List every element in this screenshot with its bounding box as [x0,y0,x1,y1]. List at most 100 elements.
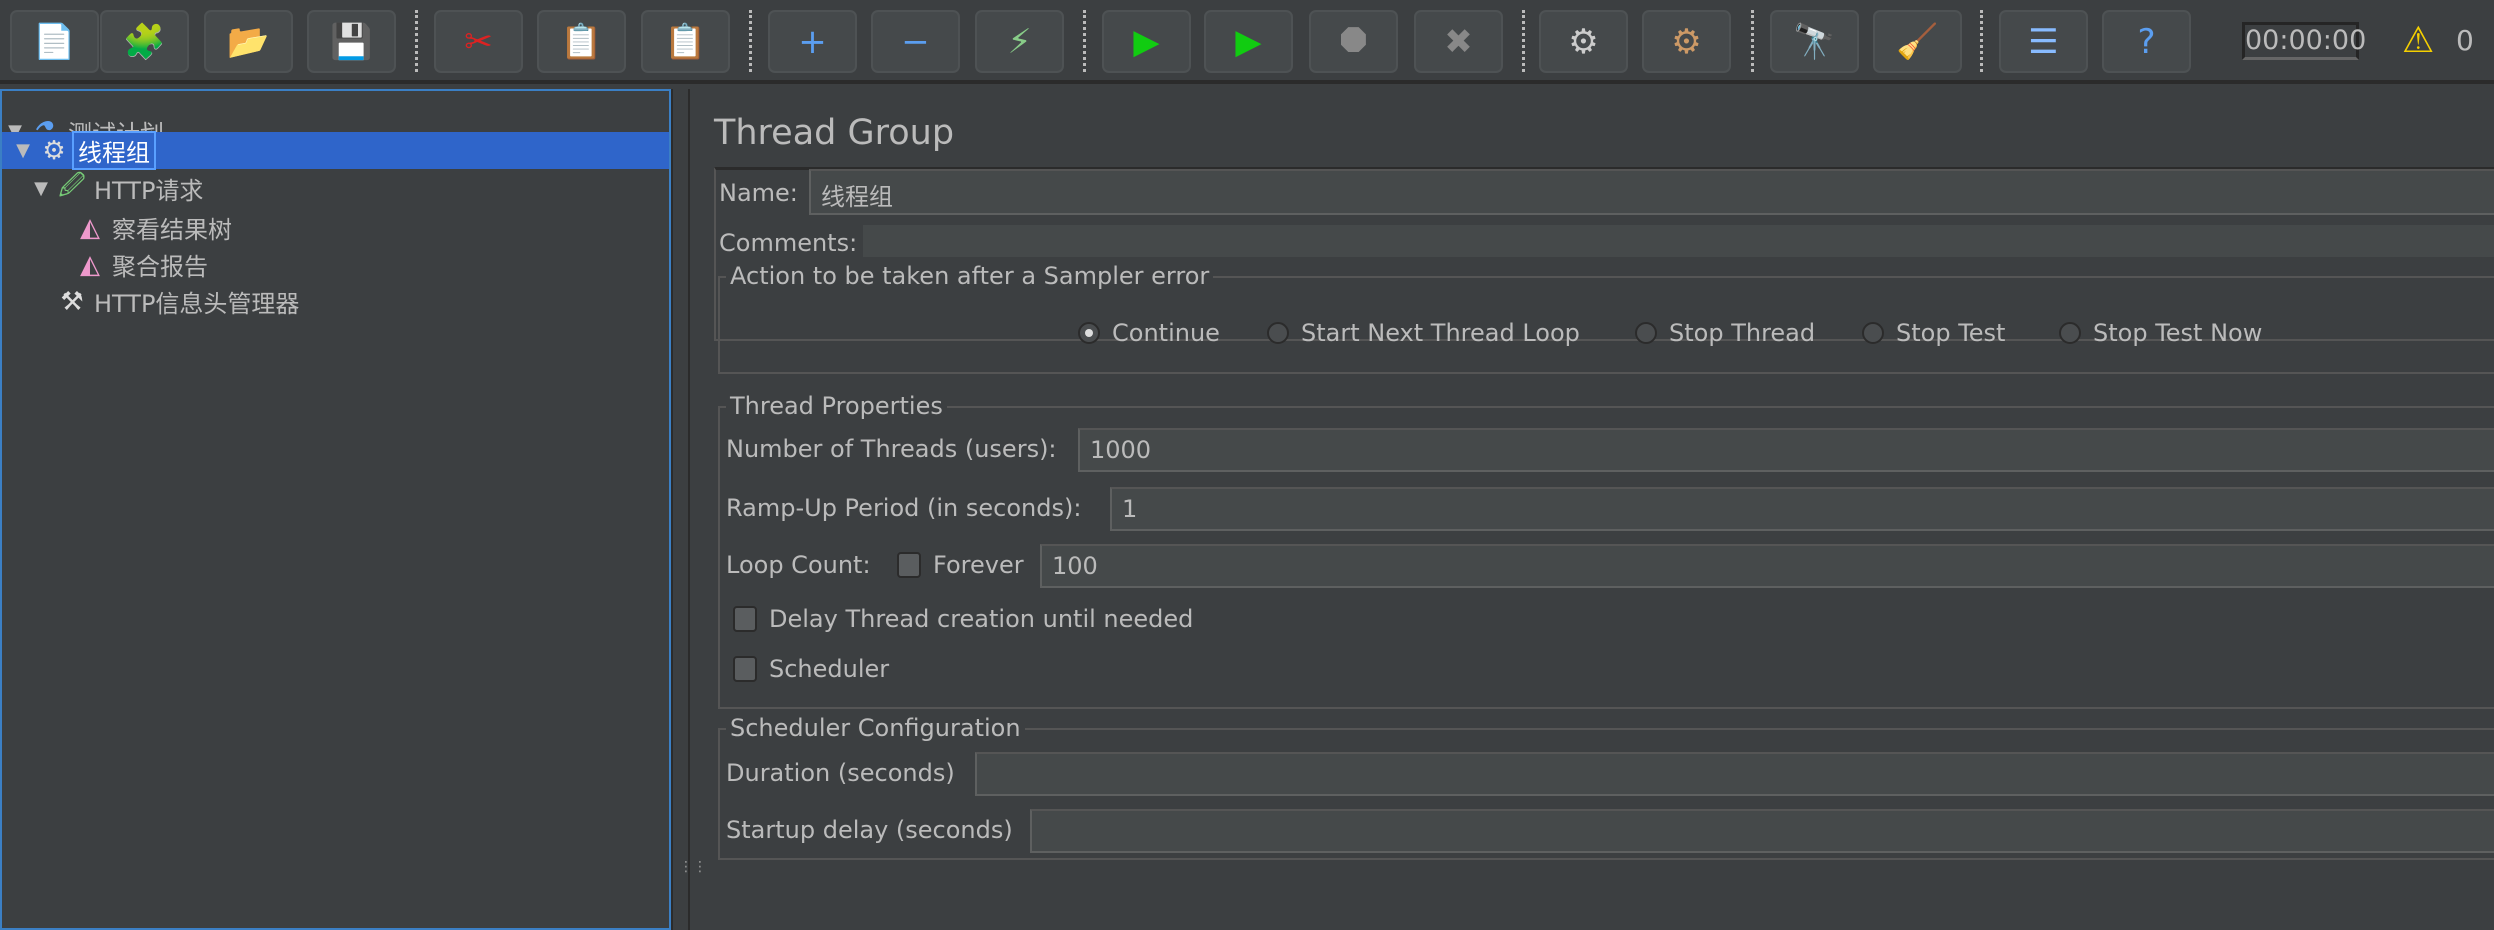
toolbar-separator [749,10,752,72]
rampup-input[interactable]: 1 [1110,487,2494,531]
templates-icon: 🧩 [123,21,166,62]
function-helper-button[interactable]: ☰ [1999,10,2088,73]
save-icon: 💾 [330,21,373,62]
delay-thread-creation-checkbox[interactable]: Delay Thread creation until needed [733,605,1193,633]
expand-button[interactable]: + [768,10,857,73]
forever-label: Forever [933,551,1024,579]
threads-label: Number of Threads (users): [726,435,1057,463]
warning-count: 0 [2456,24,2474,57]
scheduler-checkbox[interactable]: Scheduler [733,655,889,683]
radio-label: Continue [1112,319,1220,347]
collapse-icon: − [901,21,930,62]
tree-node-label: 察看结果树 [112,216,232,244]
radio-stop-thread[interactable]: Stop Thread [1635,319,1815,347]
duration-label: Duration (seconds) [726,759,955,787]
search-button[interactable]: 🔭 [1770,10,1859,73]
save-button[interactable]: 💾 [307,10,396,73]
open-icon: 📂 [227,21,270,62]
thread-group-panel: Thread Group Name: 线程组 Comments: Action … [690,89,2494,930]
tree-node[interactable]: ▼ ⚙ 线程组 [2,131,669,170]
startup-delay-input[interactable] [1030,809,2494,853]
start-no-timers-button[interactable]: ▶ [1204,10,1293,73]
radio-label: Start Next Thread Loop [1301,319,1580,347]
thread-group-gear-icon: ⚙ [42,135,66,166]
radio-stop-test-now[interactable]: Stop Test Now [2059,319,2262,347]
radio-label: Stop Thread [1669,319,1816,347]
toggle-button[interactable]: ⚡ [975,10,1064,73]
test-plan-tree: ▼⚗测试计划▼⚙线程组▼🖉HTTP请求◭察看结果树◭聚合报告⚒HTTP信息头管理… [0,89,671,930]
help-icon: ? [2137,21,2156,62]
clear-icon: ⚙ [1568,21,1599,62]
help-button[interactable]: ? [2102,10,2191,73]
tree-node[interactable]: ◭ 聚合报告 [2,246,212,283]
loop-count-label: Loop Count: [726,551,871,579]
reset-search-icon: 🧹 [1896,21,1939,62]
radio-button-icon[interactable] [2059,322,2081,344]
templates-button[interactable]: 🧩 [100,10,189,73]
reset-search-button[interactable]: 🧹 [1873,10,1962,73]
forever-checkbox-box[interactable] [897,552,921,578]
cut-button[interactable]: ✂ [434,10,523,73]
radio-start-next-thread-loop[interactable]: Start Next Thread Loop [1267,319,1580,347]
tree-node[interactable]: ⚒ HTTP信息头管理器 [2,283,303,320]
clear-all-button[interactable]: ⚙ [1642,10,1731,73]
radio-button-icon[interactable] [1267,322,1289,344]
toolbar-separator [415,10,418,72]
delay-label: Delay Thread creation until needed [769,605,1194,633]
start-no-timers-icon: ▶ [1235,21,1262,62]
function-helper-icon: ☰ [2028,21,2059,62]
radio-button-icon[interactable] [1635,322,1657,344]
clear-button[interactable]: ⚙ [1539,10,1628,73]
tree-node[interactable]: ◭ 察看结果树 [2,209,236,246]
delay-checkbox-box[interactable] [733,606,757,632]
start-button[interactable]: ▶ [1102,10,1191,73]
toolbar-separator [1522,10,1525,72]
config-tools-icon: ⚒ [60,286,84,317]
toolbar-separator [1083,10,1086,72]
shutdown-button[interactable]: ✖ [1414,10,1503,73]
toolbar-separator [1980,10,1983,72]
duration-input[interactable] [975,752,2494,796]
paste-icon: 📋 [664,21,707,62]
start-icon: ▶ [1133,21,1160,62]
name-input[interactable]: 线程组 [809,169,2494,215]
radio-stop-test[interactable]: Stop Test [1862,319,2005,347]
scheduler-configuration-legend: Scheduler Configuration [726,714,1025,742]
collapse-button[interactable]: − [871,10,960,73]
split-pane-divider[interactable]: ⋮⋮ [671,89,707,930]
tree-node-label: 线程组 [72,131,156,170]
paste-button[interactable]: 📋 [641,10,730,73]
copy-button[interactable]: 📋 [537,10,626,73]
tree-node[interactable]: ▼ 🖉 HTTP请求 [2,170,207,207]
new-icon: 📄 [33,21,76,62]
toolbar-separator [1751,10,1754,72]
expand-arrow-icon[interactable]: ▼ [10,140,36,161]
radio-label: Stop Test Now [2093,319,2263,347]
radio-button-icon[interactable] [1078,322,1100,344]
sampler-pipette-icon: 🖉 [58,170,86,201]
toolbar: 00:00:00 ⚠ 0 📄 🧩 📂 💾 ✂ 📋 📋 + − ⚡ ▶ ▶ ⯃ ✖ ⚙ ⚙ 🔭 🧹 ☰? [0,0,2494,84]
warning-icon[interactable]: ⚠ [2402,20,2434,61]
page-title: Thread Group [714,113,955,153]
thread-properties-legend: Thread Properties [726,392,947,420]
clear-all-icon: ⚙ [1671,21,1702,62]
expand-arrow-icon[interactable]: ▼ [28,178,54,199]
startup-delay-label: Startup delay (seconds) [726,816,1013,844]
threads-input[interactable]: 1000 [1078,428,2494,472]
tree-node-label: HTTP信息头管理器 [94,290,300,318]
stop-icon: ⯃ [1339,21,1368,62]
radio-continue[interactable]: Continue [1078,319,1220,347]
comments-input[interactable] [863,225,2494,257]
loop-count-input[interactable]: 100 [1040,544,2494,588]
listener-icon: ◭ [80,249,100,280]
scheduler-checkbox-box[interactable] [733,656,757,682]
radio-label: Stop Test [1896,319,2006,347]
toggle-icon: ⚡ [1007,21,1032,62]
open-button[interactable]: 📂 [204,10,293,73]
radio-button-icon[interactable] [1862,322,1884,344]
forever-checkbox[interactable]: Forever [897,551,1024,579]
name-label: Name: [719,179,798,207]
stop-button[interactable]: ⯃ [1309,10,1398,73]
new-button[interactable]: 📄 [10,10,99,73]
cut-icon: ✂ [464,21,493,62]
